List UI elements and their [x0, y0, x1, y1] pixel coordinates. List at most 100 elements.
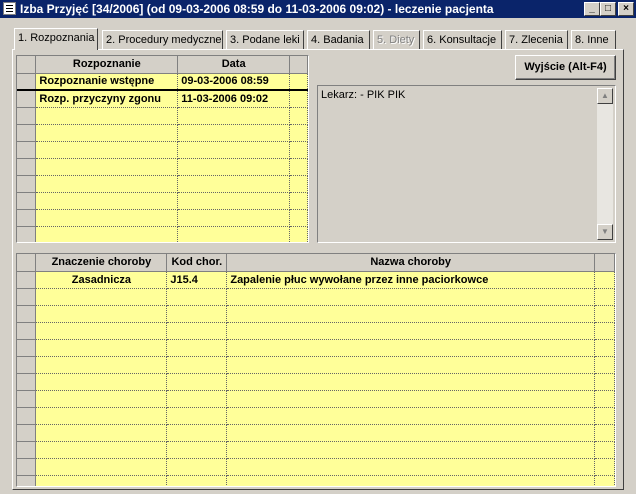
diagnosis-type-cell[interactable]: Rozp. przyczyny zgonu	[35, 90, 179, 108]
empty-cell[interactable]	[226, 407, 595, 425]
row-selector[interactable]	[17, 475, 37, 486]
empty-cell[interactable]	[166, 390, 228, 408]
empty-cell[interactable]	[35, 441, 168, 459]
table-row[interactable]	[17, 390, 615, 408]
row-selector[interactable]	[17, 322, 37, 340]
column-header-kod-chor[interactable]: Kod chor.	[166, 254, 228, 272]
empty-cell[interactable]	[35, 373, 168, 391]
empty-cell[interactable]	[177, 107, 291, 125]
empty-cell[interactable]	[177, 124, 291, 142]
row-selector[interactable]	[17, 458, 37, 476]
table-row[interactable]	[17, 424, 615, 442]
empty-cell[interactable]	[35, 192, 179, 210]
empty-cell[interactable]	[226, 373, 595, 391]
table-row[interactable]: Zasadnicza J15.4 Zapalenie płuc wywołane…	[17, 271, 615, 289]
empty-cell[interactable]	[35, 458, 168, 476]
empty-cell[interactable]	[35, 209, 179, 227]
maximize-button[interactable]: □	[600, 2, 616, 16]
tab-zlecenia[interactable]: 7. Zlecenia	[505, 30, 568, 49]
table-row[interactable]	[17, 305, 615, 323]
empty-cell[interactable]	[166, 373, 228, 391]
empty-cell[interactable]	[226, 441, 595, 459]
empty-cell[interactable]	[166, 458, 228, 476]
empty-cell[interactable]	[226, 288, 595, 306]
column-header-znaczenie-choroby[interactable]: Znaczenie choroby	[35, 254, 168, 272]
diagnosis-grid[interactable]: Rozpoznanie Data Rozpoznanie wstępne 09-…	[16, 55, 309, 243]
empty-cell[interactable]	[166, 339, 228, 357]
row-selector[interactable]	[17, 175, 37, 193]
table-row[interactable]	[17, 407, 615, 425]
table-row[interactable]	[17, 107, 308, 125]
empty-cell[interactable]	[166, 356, 228, 374]
table-row[interactable]: Rozpoznanie wstępne 09-03-2006 08:59	[17, 73, 308, 91]
empty-cell[interactable]	[166, 322, 228, 340]
row-selector[interactable]	[17, 271, 37, 289]
empty-cell[interactable]	[226, 458, 595, 476]
empty-cell[interactable]	[226, 305, 595, 323]
empty-cell[interactable]	[35, 305, 168, 323]
empty-cell[interactable]	[166, 407, 228, 425]
title-bar[interactable]: Izba Przyjęć [34/2006] (od 09-03-2006 08…	[0, 0, 636, 18]
empty-cell[interactable]	[35, 141, 179, 159]
empty-cell[interactable]	[35, 124, 179, 142]
table-row[interactable]	[17, 209, 308, 227]
empty-cell[interactable]	[226, 322, 595, 340]
row-selector[interactable]	[17, 390, 37, 408]
table-row[interactable]	[17, 339, 615, 357]
table-row[interactable]	[17, 458, 615, 476]
empty-cell[interactable]	[35, 424, 168, 442]
column-header-data[interactable]: Data	[177, 56, 291, 74]
empty-cell[interactable]	[166, 424, 228, 442]
table-row[interactable]	[17, 475, 615, 486]
row-selector[interactable]	[17, 424, 37, 442]
row-selector[interactable]	[17, 373, 37, 391]
empty-cell[interactable]	[226, 475, 595, 486]
tab-badania[interactable]: 4. Badania	[307, 30, 370, 49]
table-row[interactable]	[17, 141, 308, 159]
empty-cell[interactable]	[226, 424, 595, 442]
empty-cell[interactable]	[166, 288, 228, 306]
tab-rozpoznania[interactable]: 1. Rozpoznania	[14, 28, 98, 50]
table-row[interactable]: Rozp. przyczyny zgonu 11-03-2006 09:02	[17, 90, 308, 108]
empty-cell[interactable]	[177, 175, 291, 193]
column-header-rozpoznanie[interactable]: Rozpoznanie	[35, 56, 179, 74]
row-selector[interactable]	[17, 339, 37, 357]
empty-cell[interactable]	[35, 475, 168, 486]
diagnosis-date-cell[interactable]: 11-03-2006 09:02	[177, 90, 291, 108]
empty-cell[interactable]	[226, 339, 595, 357]
doctor-memo[interactable]: Lekarz: - PIK PIK ▲ ▼	[317, 85, 616, 243]
empty-cell[interactable]	[35, 356, 168, 374]
row-selector[interactable]	[17, 288, 37, 306]
empty-cell[interactable]	[226, 356, 595, 374]
app-icon[interactable]	[3, 2, 16, 15]
row-selector[interactable]	[17, 226, 37, 242]
table-row[interactable]	[17, 175, 308, 193]
diagnosis-date-cell[interactable]: 09-03-2006 08:59	[177, 73, 291, 91]
row-selector[interactable]	[17, 107, 37, 125]
empty-cell[interactable]	[166, 475, 228, 486]
disease-code-cell[interactable]: J15.4	[166, 271, 228, 289]
disease-name-cell[interactable]: Zapalenie płuc wywołane przez inne pacio…	[226, 271, 595, 289]
row-selector[interactable]	[17, 141, 37, 159]
empty-cell[interactable]	[35, 158, 179, 176]
scroll-down-icon[interactable]: ▼	[597, 224, 613, 240]
empty-cell[interactable]	[35, 175, 179, 193]
tab-konsultacje[interactable]: 6. Konsultacje	[423, 30, 502, 49]
empty-cell[interactable]	[35, 288, 168, 306]
table-row[interactable]	[17, 322, 615, 340]
table-row[interactable]	[17, 441, 615, 459]
close-button[interactable]: ×	[618, 2, 634, 16]
row-selector[interactable]	[17, 124, 37, 142]
row-selector[interactable]	[17, 90, 37, 108]
row-selector[interactable]	[17, 209, 37, 227]
empty-cell[interactable]	[177, 141, 291, 159]
table-row[interactable]	[17, 226, 308, 242]
table-row[interactable]	[17, 124, 308, 142]
row-selector[interactable]	[17, 407, 37, 425]
empty-cell[interactable]	[177, 192, 291, 210]
table-row[interactable]	[17, 356, 615, 374]
empty-cell[interactable]	[226, 390, 595, 408]
table-row[interactable]	[17, 288, 615, 306]
scroll-up-icon[interactable]: ▲	[597, 88, 613, 104]
disease-grid[interactable]: Znaczenie choroby Kod chor. Nazwa chorob…	[16, 253, 616, 487]
